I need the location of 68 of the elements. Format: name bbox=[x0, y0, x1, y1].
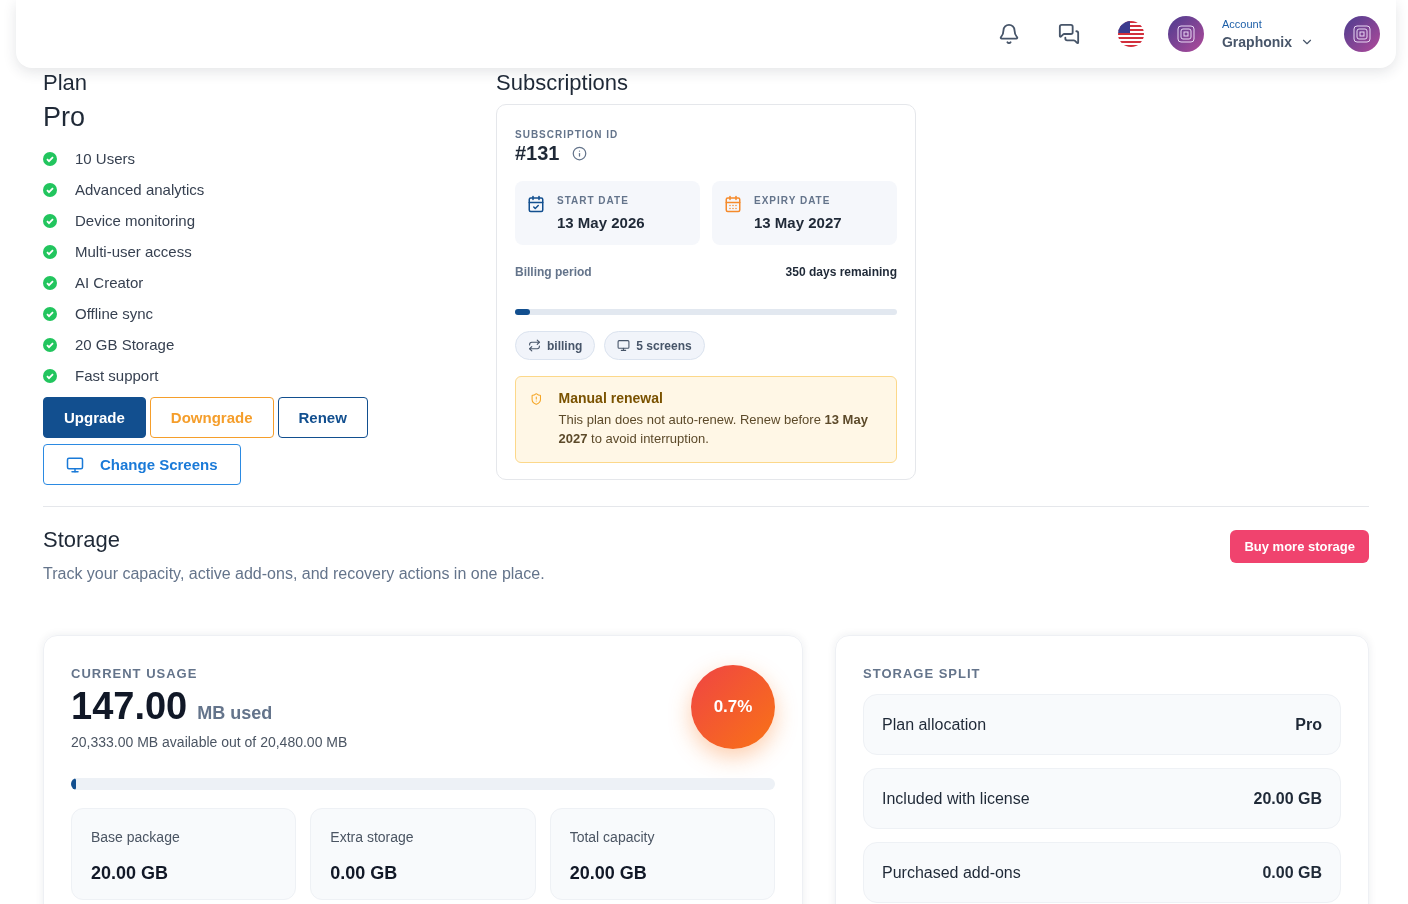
card-caption: CURRENT USAGE bbox=[71, 666, 199, 681]
check-icon bbox=[43, 306, 57, 321]
notice-text: This plan does not auto-renew. Renew before 13 May 2027 to avoid interruption. bbox=[558, 411, 869, 448]
plan-name: Pro bbox=[43, 102, 87, 133]
usage-percent-badge: 0.7% bbox=[691, 665, 775, 749]
check-icon bbox=[43, 275, 57, 290]
feature-label: Fast support bbox=[75, 367, 159, 384]
check-icon bbox=[43, 151, 57, 166]
stat-value: 20.00 GB bbox=[91, 863, 170, 884]
split-label: Included with license bbox=[882, 789, 1030, 808]
check-icon bbox=[43, 182, 57, 197]
section-subtitle: Track your capacity, active add-ons, and recovery actions in one place. bbox=[43, 565, 545, 583]
stat-label: Extra storage bbox=[330, 829, 415, 845]
days-remaining: 350 days remaining bbox=[785, 265, 897, 279]
calendar-icon bbox=[724, 195, 742, 213]
split-value: 20.00 GB bbox=[1253, 789, 1322, 808]
user-avatar[interactable] bbox=[1344, 16, 1380, 52]
plan-button[interactable]: Renew bbox=[277, 397, 368, 438]
date-value: 13 May 2026 bbox=[557, 214, 645, 231]
shield-alert-icon bbox=[530, 390, 543, 408]
section-heading: Storage bbox=[43, 527, 122, 553]
split-value: Pro bbox=[1295, 715, 1322, 734]
calendar-check-icon bbox=[527, 195, 545, 213]
monitor-icon bbox=[617, 339, 631, 352]
split-value: 0.00 GB bbox=[1262, 863, 1322, 882]
stat-value: 20.00 GB bbox=[569, 863, 648, 884]
usage-amount: 147.00 bbox=[71, 685, 188, 727]
flag-icon[interactable] bbox=[1118, 21, 1144, 47]
split-label: Plan allocation bbox=[882, 715, 987, 734]
feature-label: 10 Users bbox=[75, 150, 136, 167]
account-menu[interactable]: Account Graphonix bbox=[1222, 18, 1314, 50]
check-icon bbox=[43, 368, 57, 383]
info-chip: 5 screens bbox=[604, 331, 705, 360]
chat-icon[interactable] bbox=[1058, 23, 1080, 45]
feature-label: 20 GB Storage bbox=[75, 336, 175, 353]
available-text: 20,333.00 MB available out of 20,480.00 MB bbox=[71, 734, 348, 750]
billing-label: Billing period bbox=[515, 265, 592, 279]
feature-label: Device monitoring bbox=[75, 212, 196, 229]
info-chip: billing bbox=[515, 331, 596, 360]
notification-bell-icon[interactable] bbox=[998, 23, 1020, 45]
repeat-icon bbox=[528, 339, 541, 352]
feature-label: Offline sync bbox=[75, 305, 154, 322]
monitor-icon bbox=[66, 455, 84, 474]
field-caption: START DATE bbox=[557, 195, 630, 206]
card-caption: STORAGE SPLIT bbox=[863, 666, 982, 681]
stat-label: Total capacity bbox=[569, 829, 656, 845]
usage-unit: MB used bbox=[197, 703, 273, 723]
stat-value: 0.00 GB bbox=[330, 863, 399, 884]
date-value: 13 May 2027 bbox=[754, 214, 842, 231]
check-icon bbox=[43, 213, 57, 228]
plan-button[interactable]: Upgrade bbox=[43, 397, 146, 438]
info-icon[interactable] bbox=[571, 146, 587, 161]
check-icon bbox=[43, 244, 57, 259]
buy-storage-button[interactable]: Buy more storage bbox=[1230, 530, 1369, 563]
change-screens-button[interactable]: Change Screens bbox=[43, 444, 241, 485]
feature-label: Advanced analytics bbox=[75, 181, 205, 198]
split-label: Purchased add-ons bbox=[882, 863, 1021, 882]
section-heading: Subscriptions bbox=[496, 70, 630, 96]
feature-label: Multi-user access bbox=[75, 243, 192, 260]
field-caption: EXPIRY DATE bbox=[754, 195, 832, 206]
company-avatar[interactable] bbox=[1168, 16, 1204, 52]
stat-label: Base package bbox=[91, 829, 181, 845]
check-icon bbox=[43, 337, 57, 352]
feature-label: AI Creator bbox=[75, 274, 144, 291]
section-heading: Plan bbox=[43, 70, 89, 96]
subscription-id: #131 bbox=[515, 142, 560, 165]
notice-title: Manual renewal bbox=[558, 390, 664, 406]
field-caption: SUBSCRIPTION ID bbox=[515, 129, 620, 140]
